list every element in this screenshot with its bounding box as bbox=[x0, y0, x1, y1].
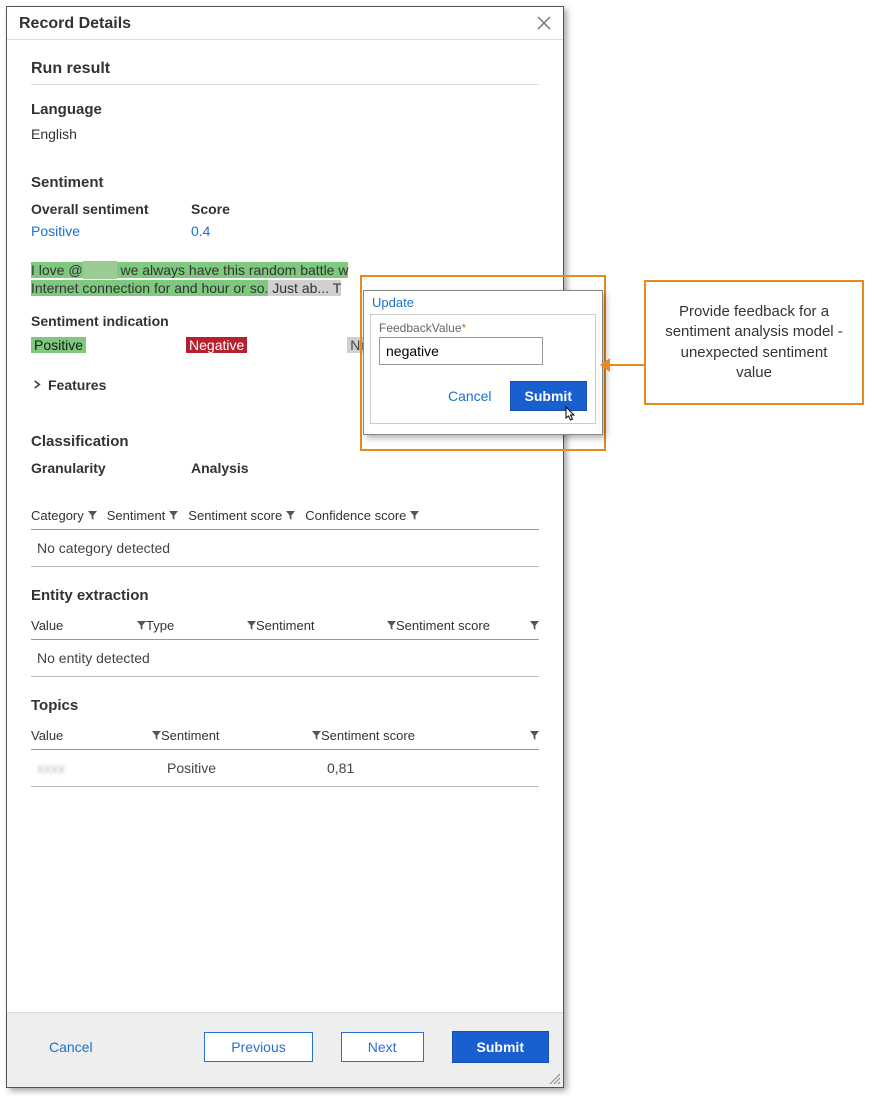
topic-sentiment: Positive bbox=[167, 760, 327, 776]
score-value-link[interactable]: 0.4 bbox=[191, 223, 210, 239]
sentiment-summary-row: Overall sentiment Positive Score 0.4 bbox=[31, 201, 539, 239]
filter-icon[interactable] bbox=[88, 508, 97, 523]
topics-row: xxxx Positive 0,81 bbox=[31, 750, 539, 787]
score-label: Score bbox=[191, 201, 539, 217]
positive-span: I love @XXXX we always have this random … bbox=[31, 262, 348, 278]
topic-value: xxxx bbox=[37, 760, 167, 776]
th-sentiment[interactable]: Sentiment bbox=[256, 618, 396, 633]
filter-icon[interactable] bbox=[286, 508, 295, 523]
features-label: Features bbox=[48, 377, 106, 393]
classification-table-header: Category Sentiment Sentiment score Confi… bbox=[31, 502, 539, 530]
dialog-titlebar: Record Details bbox=[7, 7, 563, 40]
filter-icon[interactable] bbox=[312, 728, 321, 743]
overall-sentiment-value-link[interactable]: Positive bbox=[31, 223, 80, 239]
th-sentiment-score[interactable]: Sentiment score bbox=[188, 508, 295, 523]
filter-icon[interactable] bbox=[137, 618, 146, 633]
entity-extraction-heading: Entity extraction bbox=[31, 587, 539, 604]
granularity-label: Granularity bbox=[31, 460, 191, 476]
filter-icon[interactable] bbox=[530, 728, 539, 743]
th-confidence-score[interactable]: Confidence score bbox=[305, 508, 419, 523]
filter-icon[interactable] bbox=[152, 728, 161, 743]
th-value[interactable]: Value bbox=[31, 618, 146, 633]
dialog-title: Record Details bbox=[19, 15, 131, 33]
th-sentiment-score[interactable]: Sentiment score bbox=[396, 618, 539, 633]
cancel-link[interactable]: Cancel bbox=[49, 1039, 93, 1055]
topic-score: 0,81 bbox=[327, 760, 354, 776]
callout-text: Provide feedback for a sentiment analysi… bbox=[665, 303, 843, 381]
entity-empty-row: No entity detected bbox=[31, 640, 539, 677]
resize-handle-icon[interactable] bbox=[547, 1071, 561, 1085]
previous-button[interactable]: Previous bbox=[204, 1032, 312, 1062]
filter-icon[interactable] bbox=[410, 508, 419, 523]
th-category[interactable]: Category bbox=[31, 508, 97, 523]
legend-negative: Negative bbox=[186, 337, 247, 353]
filter-icon[interactable] bbox=[387, 618, 396, 633]
popup-cancel-link[interactable]: Cancel bbox=[448, 388, 492, 404]
topics-table-header: Value Sentiment Sentiment score bbox=[31, 722, 539, 750]
th-sentiment[interactable]: Sentiment bbox=[107, 508, 179, 523]
language-value: English bbox=[31, 126, 539, 142]
cursor-pointer-icon bbox=[560, 405, 578, 425]
feedback-value-label: FeedbackValue* bbox=[379, 321, 587, 335]
filter-icon[interactable] bbox=[247, 618, 256, 633]
record-details-dialog: Record Details Run result Language Engli… bbox=[6, 6, 564, 1088]
overall-sentiment-label: Overall sentiment bbox=[31, 201, 191, 217]
popup-title: Update bbox=[364, 291, 602, 312]
filter-icon[interactable] bbox=[530, 618, 539, 633]
entity-table-header: Value Type Sentiment Sentiment score bbox=[31, 612, 539, 640]
next-button[interactable]: Next bbox=[341, 1032, 424, 1062]
chevron-right-icon bbox=[31, 377, 42, 393]
popup-actions: Cancel Submit bbox=[379, 381, 587, 411]
classification-empty-row: No category detected bbox=[31, 530, 539, 567]
classification-meta-row: Granularity Analysis bbox=[31, 460, 539, 476]
analysis-label: Analysis bbox=[191, 460, 539, 476]
th-sentiment-score[interactable]: Sentiment score bbox=[321, 728, 539, 743]
redacted-span: XXXX bbox=[83, 261, 117, 279]
feedback-value-input[interactable] bbox=[379, 337, 543, 365]
neutral-span: Just ab... T bbox=[268, 280, 341, 296]
close-icon[interactable] bbox=[537, 16, 551, 33]
classification-heading: Classification bbox=[31, 433, 539, 450]
sentiment-heading: Sentiment bbox=[31, 174, 539, 191]
th-value[interactable]: Value bbox=[31, 728, 161, 743]
callout-connector bbox=[606, 364, 644, 366]
dialog-footer: Cancel Previous Next Submit bbox=[7, 1012, 563, 1087]
required-asterisk: * bbox=[462, 321, 467, 335]
callout-text-box: Provide feedback for a sentiment analysi… bbox=[644, 280, 864, 405]
submit-button[interactable]: Submit bbox=[452, 1031, 549, 1063]
th-sentiment[interactable]: Sentiment bbox=[161, 728, 321, 743]
run-result-heading: Run result bbox=[31, 60, 539, 78]
language-heading: Language bbox=[31, 101, 539, 118]
divider bbox=[31, 84, 539, 85]
th-type[interactable]: Type bbox=[146, 618, 256, 633]
topics-heading: Topics bbox=[31, 697, 539, 714]
filter-icon[interactable] bbox=[169, 508, 178, 523]
legend-positive: Positive bbox=[31, 337, 86, 353]
dialog-body: Run result Language English Sentiment Ov… bbox=[7, 40, 563, 1012]
